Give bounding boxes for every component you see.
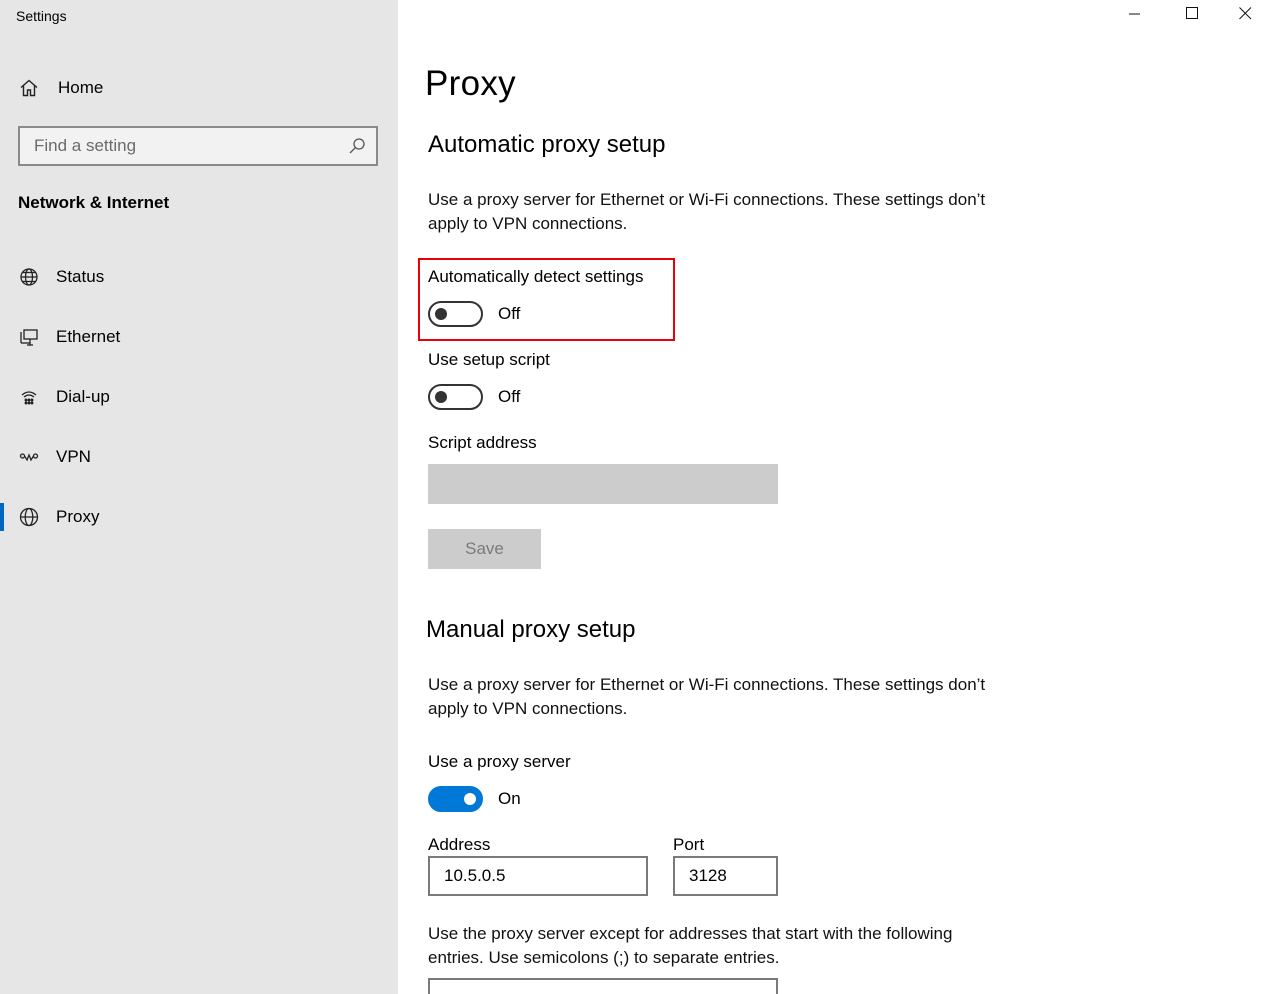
port-input[interactable]	[673, 856, 778, 896]
sidebar: Settings Home Network & Internet	[0, 0, 398, 994]
use-proxy-toggle[interactable]	[428, 786, 483, 812]
vpn-icon	[18, 446, 40, 468]
search-input[interactable]	[20, 136, 340, 156]
toggle-knob	[435, 308, 447, 320]
address-input[interactable]	[428, 856, 648, 896]
toggle-knob	[464, 793, 476, 805]
maximize-button[interactable]	[1164, 0, 1220, 32]
globe-status-icon	[18, 266, 40, 288]
detect-settings-state: Off	[498, 304, 521, 323]
port-label: Port	[673, 835, 705, 854]
script-address-input[interactable]	[428, 464, 778, 504]
close-button[interactable]	[1220, 0, 1270, 32]
sidebar-item-label: Status	[56, 267, 105, 286]
use-proxy-toggle-row: On	[428, 786, 521, 812]
search-box[interactable]	[18, 126, 378, 166]
save-button[interactable]: Save	[428, 529, 541, 569]
dialup-icon	[18, 386, 40, 408]
exceptions-description: Use the proxy server except for addresse…	[428, 924, 953, 967]
setup-script-toggle[interactable]	[428, 384, 483, 410]
ethernet-icon	[18, 326, 40, 348]
home-icon	[18, 77, 40, 99]
close-icon	[1238, 7, 1252, 25]
manual-proxy-heading: Manual proxy setup	[426, 616, 636, 643]
search-icon[interactable]	[348, 137, 366, 155]
sidebar-item-dialup[interactable]: Dial-up	[0, 377, 398, 417]
globe-icon	[18, 506, 40, 528]
page-title: Proxy	[425, 64, 516, 103]
maximize-icon	[1185, 7, 1199, 25]
sidebar-item-ethernet[interactable]: Ethernet	[0, 317, 398, 357]
use-proxy-label: Use a proxy server	[428, 752, 571, 771]
detect-settings-toggle-row: Off	[428, 301, 520, 327]
sidebar-item-label: VPN	[56, 447, 91, 466]
setup-script-state: Off	[498, 387, 521, 406]
home-nav-item[interactable]: Home	[18, 74, 103, 102]
app-title: Settings	[16, 8, 67, 24]
auto-proxy-heading: Automatic proxy setup	[428, 131, 666, 158]
use-proxy-state: On	[498, 789, 521, 808]
selection-indicator	[0, 503, 4, 531]
sidebar-item-status[interactable]: Status	[0, 257, 398, 297]
detect-settings-toggle[interactable]	[428, 301, 483, 327]
address-label: Address	[428, 835, 491, 854]
setup-script-label: Use setup script	[428, 350, 550, 369]
manual-proxy-description: Use a proxy server for Ethernet or Wi-Fi…	[428, 675, 986, 718]
script-address-label: Script address	[428, 433, 537, 452]
sidebar-item-vpn[interactable]: VPN	[0, 437, 398, 477]
exceptions-input[interactable]	[428, 978, 778, 994]
sidebar-item-label: Dial-up	[56, 387, 110, 406]
sidebar-item-proxy[interactable]: Proxy	[0, 497, 398, 537]
toggle-knob	[435, 391, 447, 403]
minimize-button[interactable]	[1107, 0, 1163, 32]
detect-settings-label: Automatically detect settings	[428, 267, 644, 286]
sidebar-item-label: Proxy	[56, 507, 100, 526]
home-label: Home	[58, 78, 104, 97]
setup-script-toggle-row: Off	[428, 384, 520, 410]
minimize-icon	[1129, 7, 1141, 25]
auto-proxy-description: Use a proxy server for Ethernet or Wi-Fi…	[428, 190, 986, 233]
sidebar-item-label: Ethernet	[56, 327, 121, 346]
section-title: Network & Internet	[18, 193, 170, 212]
